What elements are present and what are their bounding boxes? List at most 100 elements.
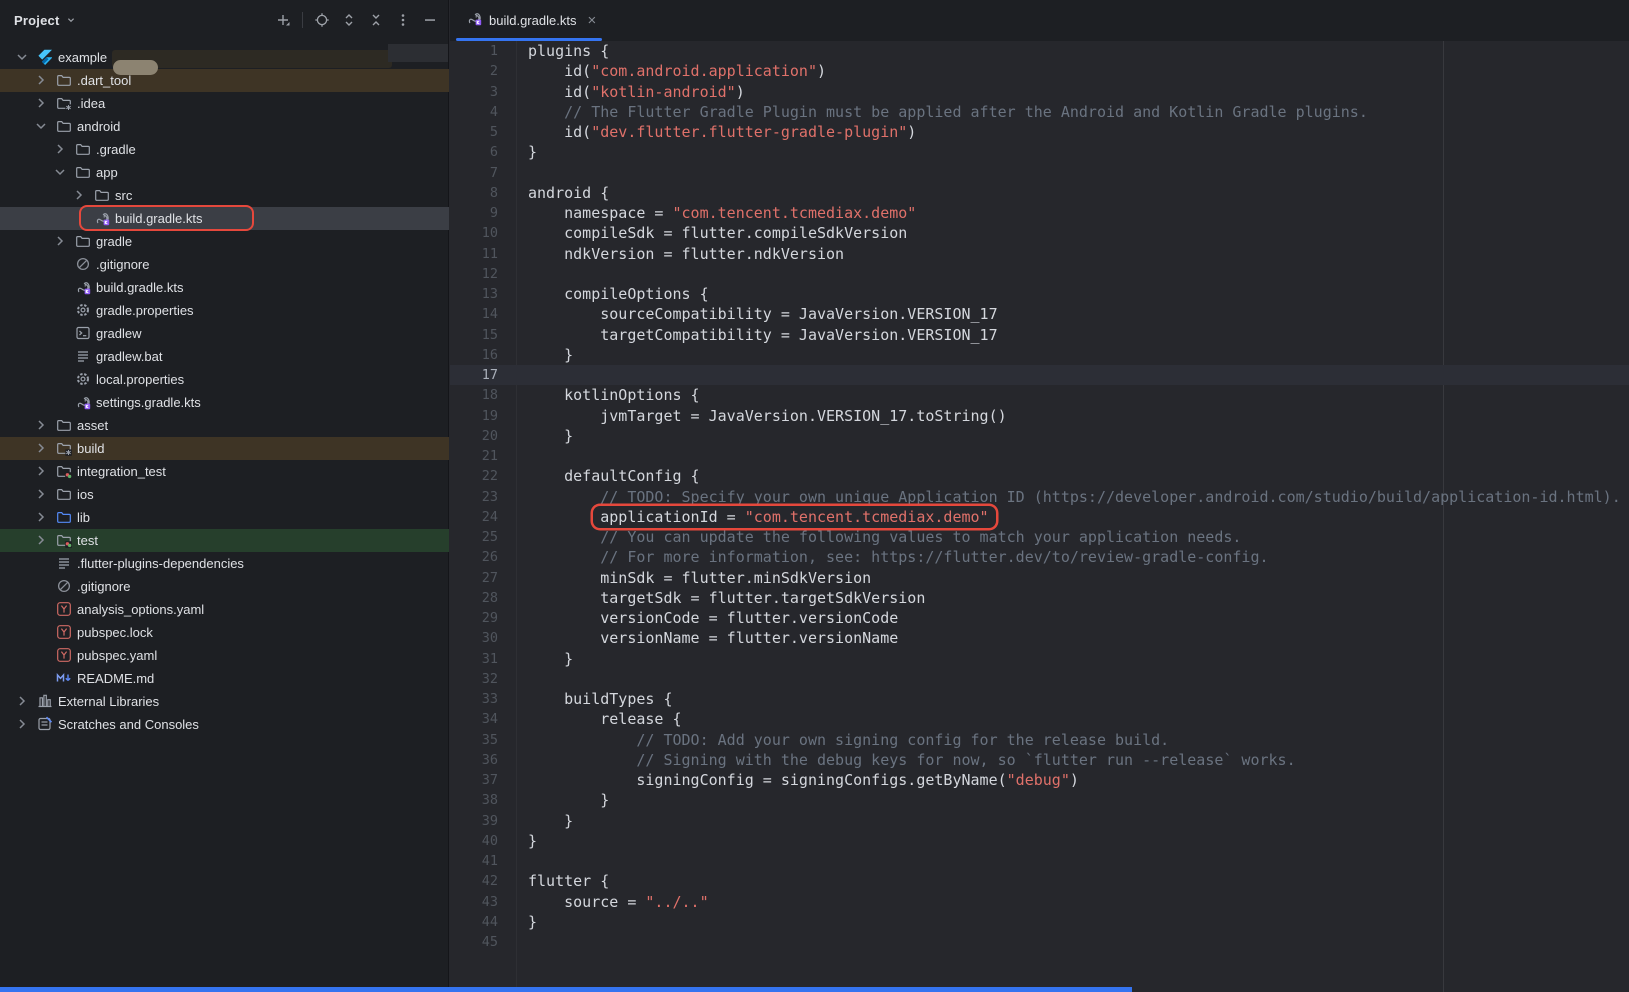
line-number[interactable]: 20 bbox=[450, 426, 528, 446]
chevron-right-icon[interactable] bbox=[14, 693, 30, 709]
line-number[interactable]: 5 bbox=[450, 122, 528, 142]
code-line[interactable]: 30 versionName = flutter.versionName bbox=[450, 628, 1629, 648]
code-line[interactable]: 39 } bbox=[450, 811, 1629, 831]
code-line[interactable]: 25 // You can update the following value… bbox=[450, 527, 1629, 547]
code-line[interactable]: 24 applicationId = "com.tencent.tcmediax… bbox=[450, 507, 1629, 527]
line-number[interactable]: 23 bbox=[450, 487, 528, 507]
code-line[interactable]: 40} bbox=[450, 831, 1629, 851]
expand-all-icon[interactable] bbox=[341, 12, 357, 28]
code-line[interactable]: 10 compileSdk = flutter.compileSdkVersio… bbox=[450, 223, 1629, 243]
line-number[interactable]: 44 bbox=[450, 912, 528, 932]
chevron-right-icon[interactable] bbox=[33, 95, 49, 111]
tree-item-settings-gradle-kts[interactable]: settings.gradle.kts bbox=[0, 391, 449, 414]
code-line[interactable]: 18 kotlinOptions { bbox=[450, 385, 1629, 405]
tree-item-flutter-plugins-dependencies[interactable]: .flutter-plugins-dependencies bbox=[0, 552, 449, 575]
line-number[interactable]: 13 bbox=[450, 284, 528, 304]
line-number[interactable]: 34 bbox=[450, 709, 528, 729]
line-number[interactable]: 27 bbox=[450, 568, 528, 588]
chevron-down-icon[interactable] bbox=[52, 164, 68, 180]
code-line[interactable]: 33 buildTypes { bbox=[450, 689, 1629, 709]
line-number[interactable]: 36 bbox=[450, 750, 528, 770]
chevron-down-icon[interactable] bbox=[33, 118, 49, 134]
line-number[interactable]: 29 bbox=[450, 608, 528, 628]
code-line[interactable]: 4 // The Flutter Gradle Plugin must be a… bbox=[450, 102, 1629, 122]
tab-build-gradle-kts[interactable]: build.gradle.kts × bbox=[450, 0, 608, 41]
tree-item-build-gradle-kts[interactable]: build.gradle.kts bbox=[0, 276, 449, 299]
tree-item-build-gradle-kts[interactable]: build.gradle.kts bbox=[0, 207, 449, 230]
line-number[interactable]: 16 bbox=[450, 345, 528, 365]
line-number[interactable]: 2 bbox=[450, 61, 528, 81]
tree-item-asset[interactable]: asset bbox=[0, 414, 449, 437]
code-line[interactable]: 12 bbox=[450, 264, 1629, 284]
code-line[interactable]: 17 bbox=[450, 365, 1629, 385]
tree-item-ios[interactable]: ios bbox=[0, 483, 449, 506]
line-number[interactable]: 18 bbox=[450, 385, 528, 405]
more-icon[interactable] bbox=[395, 12, 411, 28]
tree-item-idea[interactable]: .idea bbox=[0, 92, 449, 115]
code-line[interactable]: 6} bbox=[450, 142, 1629, 162]
line-number[interactable]: 24 bbox=[450, 507, 528, 527]
chevron-right-icon[interactable] bbox=[71, 187, 87, 203]
chevron-down-icon[interactable] bbox=[64, 13, 78, 27]
line-number[interactable]: 38 bbox=[450, 790, 528, 810]
code-line[interactable]: 15 targetCompatibility = JavaVersion.VER… bbox=[450, 325, 1629, 345]
code-line[interactable]: 23 // TODO: Specify your own unique Appl… bbox=[450, 487, 1629, 507]
line-number[interactable]: 11 bbox=[450, 244, 528, 264]
tree-item-gradle-properties[interactable]: gradle.properties bbox=[0, 299, 449, 322]
hide-icon[interactable] bbox=[422, 12, 438, 28]
tree-item-gitignore[interactable]: .gitignore bbox=[0, 575, 449, 598]
tree-item-src[interactable]: src bbox=[0, 184, 449, 207]
code-line[interactable]: 29 versionCode = flutter.versionCode bbox=[450, 608, 1629, 628]
tree-item-pubspec-lock[interactable]: pubspec.lock bbox=[0, 621, 449, 644]
tree-item-gradle[interactable]: gradle bbox=[0, 230, 449, 253]
code-line[interactable]: 44} bbox=[450, 912, 1629, 932]
chevron-right-icon[interactable] bbox=[52, 233, 68, 249]
line-number[interactable]: 35 bbox=[450, 730, 528, 750]
tree-item-gradlew-bat[interactable]: gradlew.bat bbox=[0, 345, 449, 368]
chevron-right-icon[interactable] bbox=[33, 532, 49, 548]
code-line[interactable]: 7 bbox=[450, 163, 1629, 183]
tree-item-dart-tool[interactable]: .dart_tool bbox=[0, 69, 449, 92]
line-number[interactable]: 32 bbox=[450, 669, 528, 689]
line-number[interactable]: 4 bbox=[450, 102, 528, 122]
chevron-down-icon[interactable] bbox=[14, 49, 30, 65]
code-line[interactable]: 9 namespace = "com.tencent.tcmediax.demo… bbox=[450, 203, 1629, 223]
line-number[interactable]: 30 bbox=[450, 628, 528, 648]
code-line[interactable]: 31 } bbox=[450, 649, 1629, 669]
tree-item-scratches-and-consoles[interactable]: Scratches and Consoles bbox=[0, 713, 449, 736]
tree-item-lib[interactable]: lib bbox=[0, 506, 449, 529]
code-line[interactable]: 20 } bbox=[450, 426, 1629, 446]
line-number[interactable]: 37 bbox=[450, 770, 528, 790]
line-number[interactable]: 33 bbox=[450, 689, 528, 709]
tree-item-analysis-options-yaml[interactable]: analysis_options.yaml bbox=[0, 598, 449, 621]
collapse-all-icon[interactable] bbox=[368, 12, 384, 28]
code-line[interactable]: 26 // For more information, see: https:/… bbox=[450, 547, 1629, 567]
code-line[interactable]: 32 bbox=[450, 669, 1629, 689]
code-line[interactable]: 37 signingConfig = signingConfigs.getByN… bbox=[450, 770, 1629, 790]
code-line[interactable]: 34 release { bbox=[450, 709, 1629, 729]
code-line[interactable]: 16 } bbox=[450, 345, 1629, 365]
chevron-right-icon[interactable] bbox=[14, 716, 30, 732]
line-number[interactable]: 43 bbox=[450, 892, 528, 912]
line-number[interactable]: 40 bbox=[450, 831, 528, 851]
tree-item-external-libraries[interactable]: External Libraries bbox=[0, 690, 449, 713]
line-number[interactable]: 6 bbox=[450, 142, 528, 162]
chevron-right-icon[interactable] bbox=[33, 72, 49, 88]
code-line[interactable]: 42flutter { bbox=[450, 871, 1629, 891]
line-number[interactable]: 42 bbox=[450, 871, 528, 891]
chevron-right-icon[interactable] bbox=[52, 141, 68, 157]
code-line[interactable]: 5 id("dev.flutter.flutter-gradle-plugin"… bbox=[450, 122, 1629, 142]
tree-item-integration-test[interactable]: integration_test bbox=[0, 460, 449, 483]
line-number[interactable]: 17 bbox=[450, 365, 528, 385]
code-line[interactable]: 13 compileOptions { bbox=[450, 284, 1629, 304]
locate-icon[interactable] bbox=[314, 12, 330, 28]
code-line[interactable]: 1plugins { bbox=[450, 41, 1629, 61]
project-panel-title[interactable]: Project bbox=[14, 13, 59, 28]
tree-item-gradlew[interactable]: gradlew bbox=[0, 322, 449, 345]
code-line[interactable]: 22 defaultConfig { bbox=[450, 466, 1629, 486]
tree-item-pubspec-yaml[interactable]: pubspec.yaml bbox=[0, 644, 449, 667]
line-number[interactable]: 1 bbox=[450, 41, 528, 61]
line-number[interactable]: 41 bbox=[450, 851, 528, 871]
code-line[interactable]: 41 bbox=[450, 851, 1629, 871]
line-number[interactable]: 10 bbox=[450, 223, 528, 243]
